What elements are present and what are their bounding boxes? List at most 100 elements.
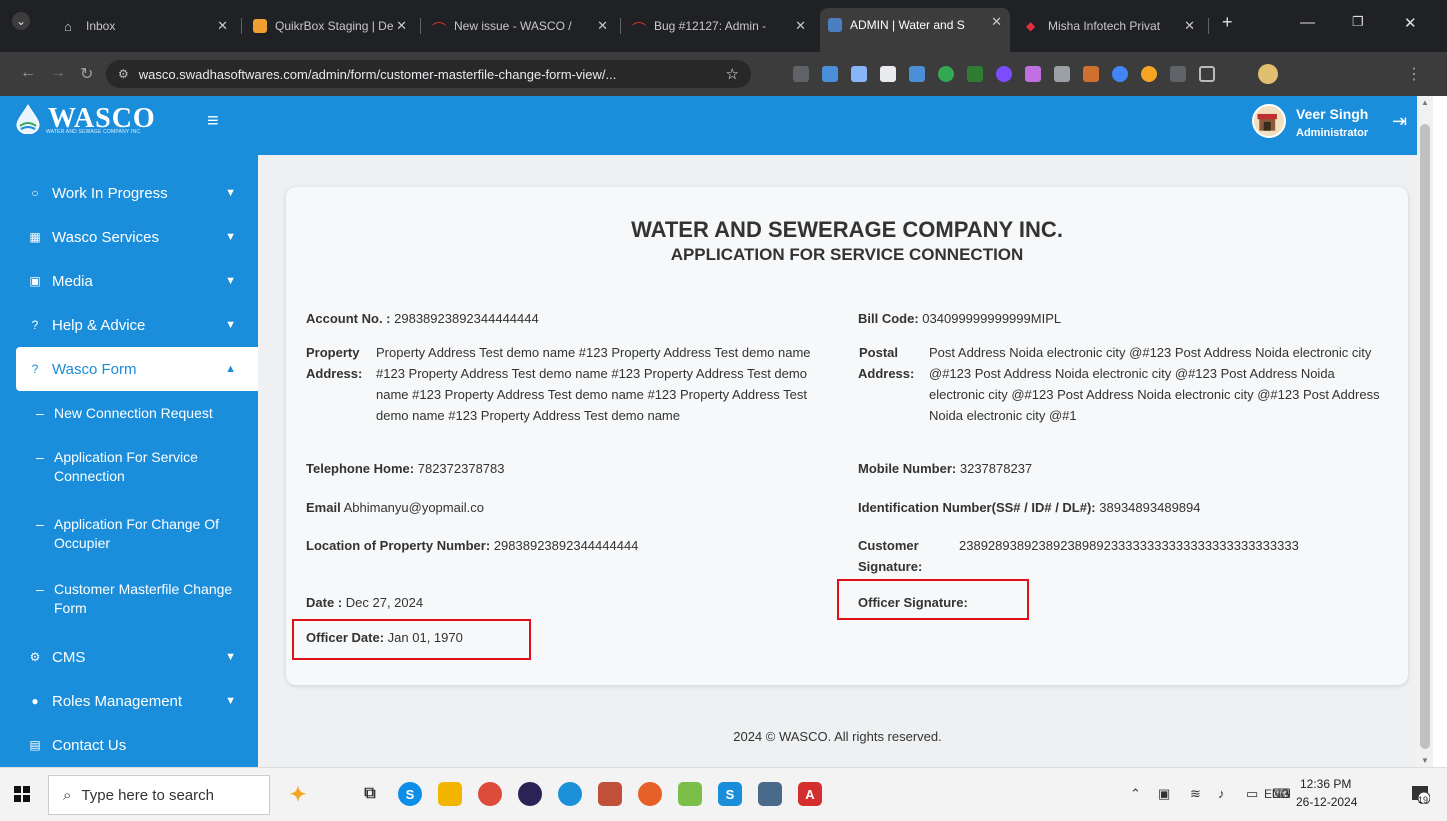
extension-window-icon[interactable] — [880, 66, 896, 82]
user-avatar[interactable] — [1252, 104, 1286, 138]
logout-icon[interactable]: ⇥ — [1392, 111, 1407, 132]
new-tab-icon[interactable]: + — [1222, 12, 1233, 33]
misha-icon: ◆ — [1026, 19, 1036, 33]
sidebar-item-work-in-progress[interactable]: ○ Work In Progress ▼ — [0, 171, 258, 215]
extension-crx-icon[interactable] — [1170, 66, 1186, 82]
site-info-icon[interactable]: ⚙ — [118, 67, 129, 81]
sidebar-subitem-masterfile-change[interactable]: – Customer Masterfile Change Form — [36, 580, 251, 618]
quikrbox-icon — [253, 19, 267, 33]
tab-inbox[interactable]: ⌂ Inbox ✕ — [56, 10, 236, 42]
close-tab-icon[interactable]: ✕ — [991, 14, 1002, 30]
wifi-icon[interactable]: ≋ — [1190, 786, 1201, 802]
eclipse-icon[interactable] — [518, 782, 542, 806]
sidebar-item-label: Wasco Services — [52, 228, 159, 246]
sidebar-item-cms[interactable]: ⚙ CMS ▼ — [0, 635, 258, 679]
url-text: wasco.swadhasoftwares.com/admin/form/cus… — [138, 66, 617, 82]
sidebar-subitem-new-connection[interactable]: – New Connection Request — [36, 404, 251, 423]
calculator-icon[interactable] — [758, 782, 782, 806]
back-icon[interactable]: ← — [20, 64, 36, 82]
close-tab-icon[interactable]: ✕ — [396, 18, 407, 34]
extension-sigma-icon[interactable] — [793, 66, 809, 82]
skype-business-icon[interactable]: S — [718, 782, 742, 806]
sidebar-item-label: Work In Progress — [52, 184, 168, 202]
sidebar-subitem-change-occupier[interactable]: – Application For Change Of Occupier — [36, 515, 251, 553]
notepad-icon[interactable] — [678, 782, 702, 806]
tab-label: ADMIN | Water and S — [850, 18, 965, 32]
tab-admin-active[interactable]: ADMIN | Water and S ✕ — [820, 8, 1010, 52]
chevron-down-icon: ▼ — [225, 275, 236, 287]
chrome-canary-icon[interactable] — [598, 782, 622, 806]
tab-separator — [241, 18, 242, 34]
language-indicator[interactable]: ENG — [1264, 787, 1290, 801]
sidebar-subitem-service-connection[interactable]: – Application For Service Connection — [36, 448, 251, 486]
windows-start-icon[interactable] — [14, 786, 30, 802]
account-number-field: Account No. : 29838923892344444444 — [306, 308, 539, 329]
extension-swirl-icon[interactable] — [1083, 66, 1099, 82]
tray-overflow-icon[interactable]: ⌃ — [1130, 786, 1141, 802]
extension-fi-icon[interactable] — [909, 66, 925, 82]
extension-virus-icon[interactable] — [996, 66, 1012, 82]
tab-quikrbox[interactable]: QuikrBox Staging | De ✕ — [245, 10, 415, 42]
sidebar-item-media[interactable]: ▣ Media ▼ — [0, 259, 258, 303]
logo-subtitle: WATER AND SEWAGE COMPANY INC. — [46, 129, 142, 135]
tab-new-issue[interactable]: ⌒ New issue - WASCO / ✕ — [424, 10, 616, 42]
account-label: Account No. : — [306, 311, 391, 326]
minimize-icon[interactable]: — — [1300, 14, 1315, 31]
clock-date[interactable]: 26-12-2024 — [1296, 795, 1357, 809]
task-view-icon[interactable]: ⧉ — [358, 782, 382, 806]
edge-icon[interactable] — [558, 782, 582, 806]
volume-icon[interactable]: ♪ — [1218, 786, 1225, 801]
file-explorer-icon[interactable] — [438, 782, 462, 806]
image-icon: ▣ — [29, 274, 41, 288]
skype-icon[interactable]: S — [398, 782, 422, 806]
id-label: Identification Number(SS# / ID# / DL#): — [858, 500, 1096, 515]
menu-toggle-icon[interactable]: ≡ — [207, 110, 219, 133]
close-window-icon[interactable]: ✕ — [1404, 14, 1417, 32]
close-tab-icon[interactable]: ✕ — [597, 18, 608, 34]
scroll-up-icon[interactable]: ▲ — [1421, 98, 1429, 107]
copilot-sparkle-icon[interactable]: ✦ — [286, 782, 310, 806]
property-label-line1: Property — [306, 345, 360, 360]
extension-translate-icon[interactable] — [822, 66, 838, 82]
firefox-icon[interactable] — [638, 782, 662, 806]
extension-grammarly-icon[interactable] — [938, 66, 954, 82]
taskbar-search-input[interactable]: ⌕ Type here to search — [48, 775, 270, 815]
close-tab-icon[interactable]: ✕ — [217, 18, 228, 34]
reload-icon[interactable]: ↻ — [80, 64, 93, 84]
acrobat-icon[interactable]: A — [798, 782, 822, 806]
close-tab-icon[interactable]: ✕ — [795, 18, 806, 34]
sidebar-item-wasco-services[interactable]: ▦ Wasco Services ▼ — [0, 215, 258, 259]
battery-icon[interactable]: ▭ — [1246, 786, 1258, 802]
url-field[interactable]: ⚙ wasco.swadhasoftwares.com/admin/form/c… — [106, 60, 751, 88]
tab-search-icon[interactable]: ⌄ — [12, 12, 30, 30]
extension-cursor-icon[interactable] — [1054, 66, 1070, 82]
bullet-dash: – — [36, 405, 44, 421]
tray-app-icon[interactable]: ▣ — [1158, 786, 1170, 802]
extensions-puzzle-icon[interactable] — [1199, 66, 1215, 82]
extension-n-icon[interactable] — [967, 66, 983, 82]
extension-pen-icon[interactable] — [1025, 66, 1041, 82]
sidebar-item-help-advice[interactable]: ? Help & Advice ▼ — [0, 303, 258, 347]
profile-avatar-icon[interactable] — [1258, 64, 1278, 84]
scroll-thumb[interactable] — [1420, 124, 1430, 749]
sidebar-item-contact-us[interactable]: ▤ Contact Us — [0, 723, 258, 767]
tab-misha[interactable]: ◆ Misha Infotech Privat ✕ — [1018, 10, 1203, 42]
clock-time[interactable]: 12:36 PM — [1300, 777, 1351, 791]
forward-icon[interactable]: → — [50, 64, 66, 82]
tab-bug[interactable]: ⌒ Bug #12127: Admin - ✕ — [624, 10, 814, 42]
browser-menu-icon[interactable]: ⋮ — [1406, 64, 1422, 84]
bookmark-star-icon[interactable]: ☆ — [726, 65, 739, 83]
scroll-down-icon[interactable]: ▼ — [1421, 756, 1429, 765]
sidebar-item-roles-management[interactable]: ● Roles Management ▼ — [0, 679, 258, 723]
extension-face-icon[interactable] — [1141, 66, 1157, 82]
close-tab-icon[interactable]: ✕ — [1184, 18, 1195, 34]
restore-icon[interactable]: ❐ — [1352, 14, 1364, 30]
contact-card-icon: ▤ — [29, 738, 41, 752]
postal-label-line1: Postal — [859, 345, 899, 360]
sidebar-item-wasco-form[interactable]: ? Wasco Form ▲ — [16, 347, 258, 391]
page-scrollbar[interactable]: ▲ ▼ — [1417, 96, 1433, 767]
chrome-icon[interactable] — [478, 782, 502, 806]
extension-circle-icon[interactable] — [1112, 66, 1128, 82]
form-card: WATER AND SEWERAGE COMPANY INC. APPLICAT… — [286, 187, 1408, 685]
extension-record-icon[interactable] — [851, 66, 867, 82]
